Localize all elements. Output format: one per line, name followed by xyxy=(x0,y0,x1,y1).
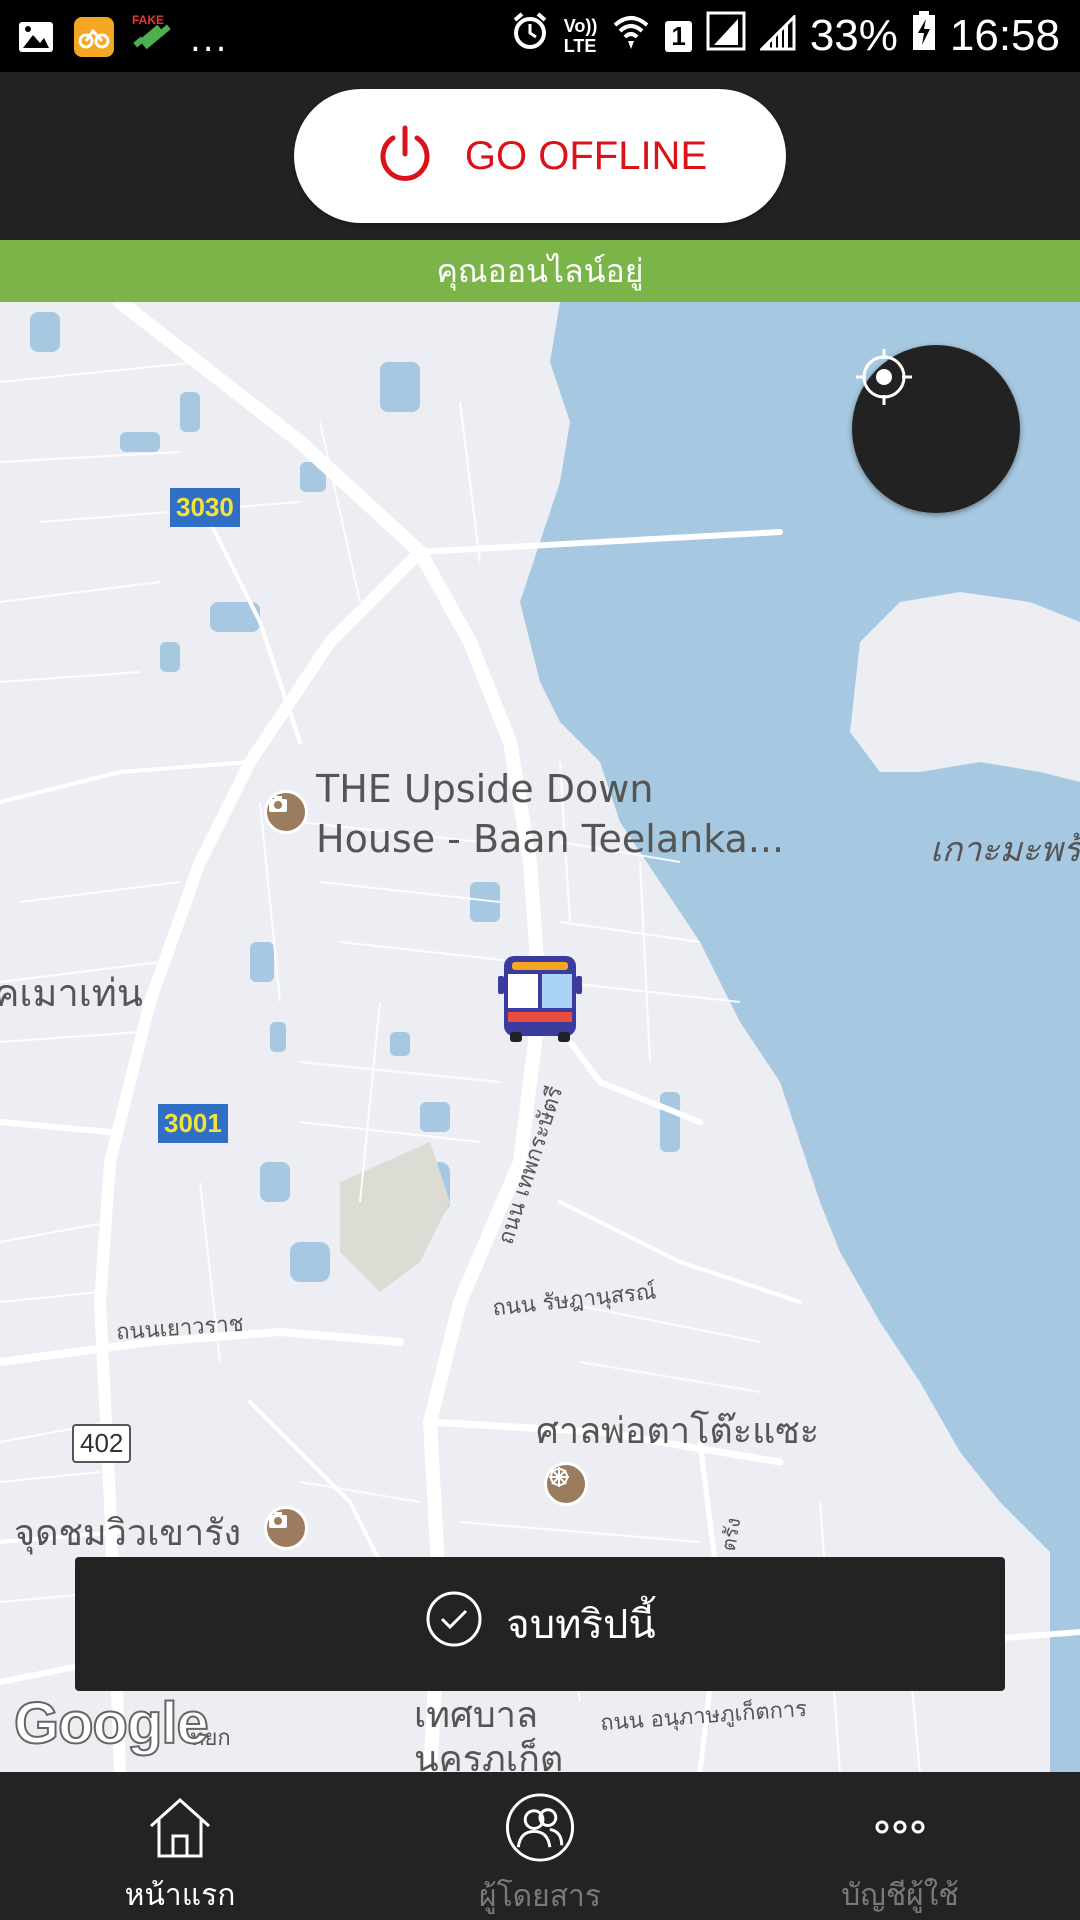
battery-charging-icon xyxy=(912,10,936,62)
right-road-label: ตรัง xyxy=(715,1515,746,1553)
power-icon xyxy=(373,122,437,190)
nav-label-home: หน้าแรก xyxy=(124,1878,236,1913)
signal-icon-2 xyxy=(758,11,796,62)
area-label-left: คเมาเท่น xyxy=(0,971,143,1015)
route-shield-3030: 3030 xyxy=(170,488,240,527)
more-icon xyxy=(875,1820,925,1834)
crosshair-icon xyxy=(856,349,912,405)
nav-item-passengers[interactable]: ผู้โดยสาร xyxy=(360,1772,720,1920)
check-circle-icon xyxy=(424,1589,484,1659)
my-location-button[interactable] xyxy=(852,345,1020,513)
fake-gps-icon: FAKE xyxy=(132,13,172,57)
home-icon xyxy=(149,1797,211,1858)
fake-gps-label: FAKE xyxy=(132,13,165,27)
poi-upside-down-house[interactable]: THE Upside Down House - Baan Teelanka... xyxy=(316,764,784,864)
municipality-line2: นครภูเก็ต xyxy=(414,1739,564,1772)
google-attribution-logo: Google xyxy=(13,1690,210,1757)
shrine-label[interactable]: ศาลพ่อตาโต๊ะแซะ xyxy=(536,1402,819,1459)
sim-indicator: 1 xyxy=(665,20,692,52)
go-offline-label: GO OFFLINE xyxy=(464,133,708,178)
municipality-label: เทศบาล นครภูเก็ต xyxy=(414,1694,563,1772)
attraction-camera-icon[interactable] xyxy=(264,790,308,834)
poi-upside-down-line1: THE Upside Down xyxy=(316,767,654,811)
passengers-icon xyxy=(505,1793,575,1862)
nav-label-passengers: ผู้โดยสาร xyxy=(478,1879,602,1914)
viewpoint-camera-icon[interactable] xyxy=(264,1506,308,1550)
shrine-dharma-wheel-icon[interactable] xyxy=(544,1462,588,1506)
battery-percent: 33% xyxy=(809,11,898,60)
nav-item-home[interactable]: หน้าแรก xyxy=(0,1772,360,1920)
clock: 16:58 xyxy=(949,11,1060,60)
island-label: เกาะมะพร้ xyxy=(930,830,1080,870)
signal-icon-1 xyxy=(706,11,746,62)
volte-icon: Vo)) LTE xyxy=(564,16,598,56)
wifi-icon xyxy=(611,11,651,62)
nav-label-account: บัญชีผู้ใช้ xyxy=(841,1878,959,1913)
alarm-icon xyxy=(510,11,550,62)
poi-upside-down-line2: House - Baan Teelanka... xyxy=(316,817,785,861)
end-trip-button[interactable]: จบทริปนี้ xyxy=(75,1557,1005,1691)
volte-top: Vo)) xyxy=(563,16,598,36)
municipality-line1: เทศบาล xyxy=(414,1695,539,1736)
status-bar: FAKE ... Vo)) LTE 1 33% 16:58 xyxy=(0,0,1080,72)
bike-app-icon xyxy=(74,17,114,57)
map-view[interactable]: 3030 3001 402 THE Upside Down House - Ba… xyxy=(0,302,1080,1772)
volte-bottom: LTE xyxy=(563,36,597,56)
bottom-navigation: หน้าแรก ผู้โดยสาร บัญชีผู้ใช้ xyxy=(0,1772,1080,1920)
nav-item-account[interactable]: บัญชีผู้ใช้ xyxy=(720,1772,1080,1920)
gallery-icon xyxy=(16,17,56,57)
viewpoint-label[interactable]: จุดชมวิวเขารัง xyxy=(14,1504,241,1561)
end-trip-label: จบทริปนี้ xyxy=(506,1602,656,1648)
notification-overflow: ... xyxy=(190,20,229,60)
route-shield-402: 402 xyxy=(72,1424,132,1463)
route-shield-3001: 3001 xyxy=(158,1104,228,1143)
go-offline-button[interactable]: GO OFFLINE xyxy=(294,89,786,223)
online-status-banner: คุณออนไลน์อยู่ xyxy=(0,240,1080,302)
